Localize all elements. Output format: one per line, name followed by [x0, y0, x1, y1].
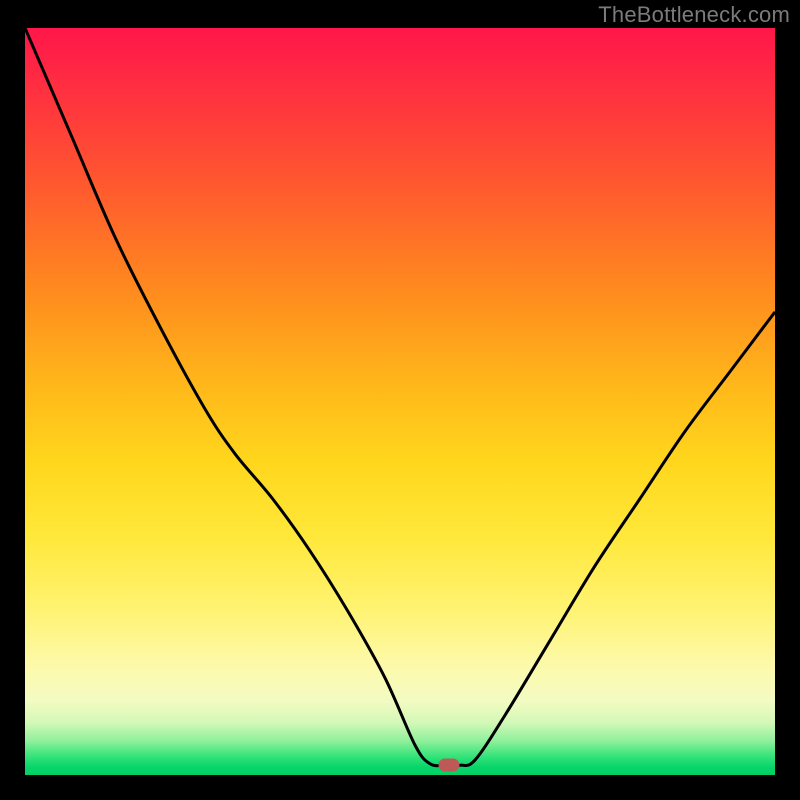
bottleneck-curve-path: [25, 28, 775, 766]
watermark-text: TheBottleneck.com: [598, 2, 790, 28]
optimal-marker: [438, 759, 459, 772]
curve-svg: [25, 28, 775, 775]
plot-area: [25, 28, 775, 775]
chart-frame: TheBottleneck.com: [0, 0, 800, 800]
